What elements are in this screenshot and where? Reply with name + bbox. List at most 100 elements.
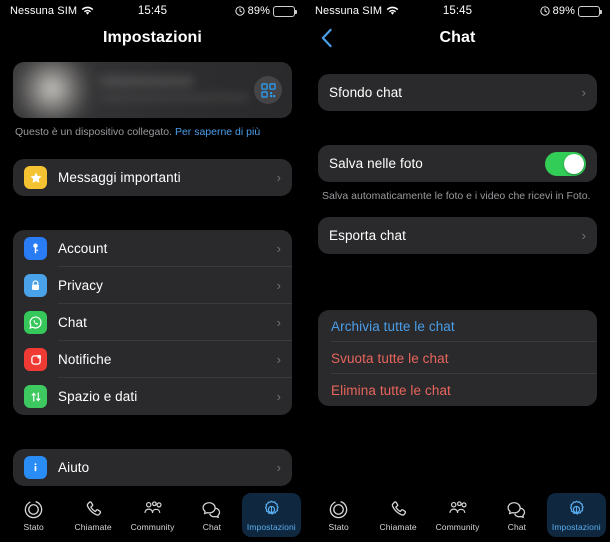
help-group: Aiuto › xyxy=(13,449,292,487)
save-photos-footer: Salva automaticamente le foto e i video … xyxy=(322,190,591,202)
tab-stato[interactable]: Stato xyxy=(309,493,368,537)
tab-stato[interactable]: Stato xyxy=(4,493,63,537)
export-group: Esporta chat › xyxy=(318,217,597,255)
tab-bar-right: Stato Chiamate Community Chat Impostazio… xyxy=(305,490,610,542)
qr-code-icon[interactable] xyxy=(254,76,282,104)
chat-actions-group: Archivia tutte le chat Svuota tutte le c… xyxy=(318,310,597,407)
tab-label: Chiamate xyxy=(379,522,417,532)
nav-bar-right: Chat xyxy=(305,22,610,54)
settings-row-label: Esporta chat xyxy=(329,228,406,244)
wifi-icon xyxy=(81,6,94,16)
action-row-label: Elimina tutte le chat xyxy=(331,382,451,398)
page-title: Chat xyxy=(439,29,476,46)
star-icon xyxy=(24,166,47,190)
page-title: Impostazioni xyxy=(103,29,202,46)
highlight-group: Messaggi importanti › xyxy=(13,159,292,197)
settings-row-notifiche[interactable]: Notifiche › xyxy=(13,341,292,379)
action-row-svuota-tutte-le-chat[interactable]: Svuota tutte le chat xyxy=(318,342,597,375)
action-row-elimina-tutte-le-chat[interactable]: Elimina tutte le chat xyxy=(318,374,597,406)
tab-label: Chat xyxy=(507,522,527,532)
dual-panel-screenshot: Nessuna SIM 15:45 89% Impostazioni Quest… xyxy=(0,0,610,542)
chat-bubbles-icon xyxy=(200,498,223,520)
tab-label: Stato xyxy=(23,522,44,532)
tab-impostazioni[interactable]: Impostazioni xyxy=(546,493,607,537)
nav-bar-left: Impostazioni xyxy=(0,22,305,54)
key-icon xyxy=(24,237,47,261)
tab-label: Impostazioni xyxy=(246,522,296,532)
whatsapp-icon xyxy=(24,311,47,335)
battery-icon xyxy=(578,5,602,17)
chevron-right-icon: › xyxy=(581,85,586,100)
settings-row-label: Spazio e dati xyxy=(58,389,138,405)
battery-percent-label: 89% xyxy=(247,5,270,17)
right-content: Sfondo chat › Salva nelle foto Salva aut… xyxy=(305,54,610,490)
settings-row-messaggi-importanti[interactable]: Messaggi importanti › xyxy=(13,159,292,196)
save-photos-group: Salva nelle foto xyxy=(318,145,597,182)
alarm-clock-icon xyxy=(235,6,245,16)
action-row-label: Svuota tutte le chat xyxy=(331,350,449,366)
settings-row-label: Aiuto xyxy=(58,460,90,476)
profile-name-redacted xyxy=(99,77,194,86)
battery-icon xyxy=(273,5,297,17)
tab-chiamate[interactable]: Chiamate xyxy=(63,493,122,537)
settings-row-salva-nelle-foto[interactable]: Salva nelle foto xyxy=(318,145,597,182)
settings-row-label: Notifiche xyxy=(58,352,112,368)
phone-icon xyxy=(83,498,104,520)
settings-row-esporta-chat[interactable]: Esporta chat › xyxy=(318,217,597,254)
clock-label: 15:45 xyxy=(137,5,168,17)
settings-row-account[interactable]: Account › xyxy=(13,230,292,268)
left-panel-settings: Nessuna SIM 15:45 89% Impostazioni Quest… xyxy=(0,0,305,542)
tab-label: Community xyxy=(130,522,175,532)
tab-label: Chiamate xyxy=(74,522,112,532)
settings-row-chat[interactable]: Chat › xyxy=(13,304,292,342)
settings-row-label: Messaggi importanti xyxy=(58,170,181,186)
profile-card[interactable] xyxy=(13,62,292,118)
status-rings-icon xyxy=(328,498,349,520)
chevron-left-icon xyxy=(321,28,332,48)
back-button[interactable] xyxy=(314,26,338,50)
tab-chat[interactable]: Chat xyxy=(487,493,546,537)
settings-row-label: Sfondo chat xyxy=(329,85,403,100)
clock-label: 15:45 xyxy=(442,5,473,17)
chevron-right-icon: › xyxy=(581,228,586,244)
main-settings-group: Account › Privacy › Chat › Notifiche › S… xyxy=(13,230,292,416)
device-linked-caption: Questo è un dispositivo collegato. Per s… xyxy=(15,125,290,139)
community-icon xyxy=(141,498,165,520)
settings-row-label: Salva nelle foto xyxy=(329,156,423,171)
wallpaper-group: Sfondo chat › xyxy=(318,74,597,111)
left-content: Questo è un dispositivo collegato. Per s… xyxy=(0,54,305,490)
phone-icon xyxy=(388,498,409,520)
data-arrows-icon xyxy=(24,385,47,409)
learn-more-link[interactable]: Per saperne di più xyxy=(175,126,260,138)
alarm-clock-icon xyxy=(540,6,550,16)
gear-icon xyxy=(566,498,587,520)
tab-chat[interactable]: Chat xyxy=(182,493,241,537)
caption-text: Questo è un dispositivo collegato. xyxy=(15,126,173,138)
chevron-right-icon: › xyxy=(276,241,281,257)
wifi-icon xyxy=(386,6,399,16)
bell-icon xyxy=(24,348,47,372)
chat-bubbles-icon xyxy=(505,498,528,520)
chevron-right-icon: › xyxy=(276,170,281,186)
settings-row-aiuto[interactable]: Aiuto › xyxy=(13,449,292,486)
settings-row-spazio-e-dati[interactable]: Spazio e dati › xyxy=(13,378,292,415)
tab-chiamate[interactable]: Chiamate xyxy=(368,493,427,537)
chevron-right-icon: › xyxy=(276,315,281,331)
tab-impostazioni[interactable]: Impostazioni xyxy=(241,493,302,537)
action-row-archivia-tutte-le-chat[interactable]: Archivia tutte le chat xyxy=(318,310,597,343)
lock-icon xyxy=(24,274,47,298)
tab-label: Stato xyxy=(328,522,349,532)
chevron-right-icon: › xyxy=(276,278,281,294)
profile-status-redacted xyxy=(99,94,249,101)
chevron-right-icon: › xyxy=(276,460,281,476)
chevron-right-icon: › xyxy=(276,352,281,368)
chevron-right-icon: › xyxy=(276,389,281,405)
tab-label: Community xyxy=(435,522,480,532)
tab-community[interactable]: Community xyxy=(123,493,182,537)
status-bar-right: Nessuna SIM 15:45 89% xyxy=(305,0,610,22)
tab-community[interactable]: Community xyxy=(428,493,487,537)
carrier-label: Nessuna SIM xyxy=(315,5,383,17)
save-to-photos-toggle[interactable] xyxy=(545,151,586,176)
settings-row-privacy[interactable]: Privacy › xyxy=(13,267,292,305)
settings-row-sfondo-chat[interactable]: Sfondo chat › xyxy=(318,74,597,111)
